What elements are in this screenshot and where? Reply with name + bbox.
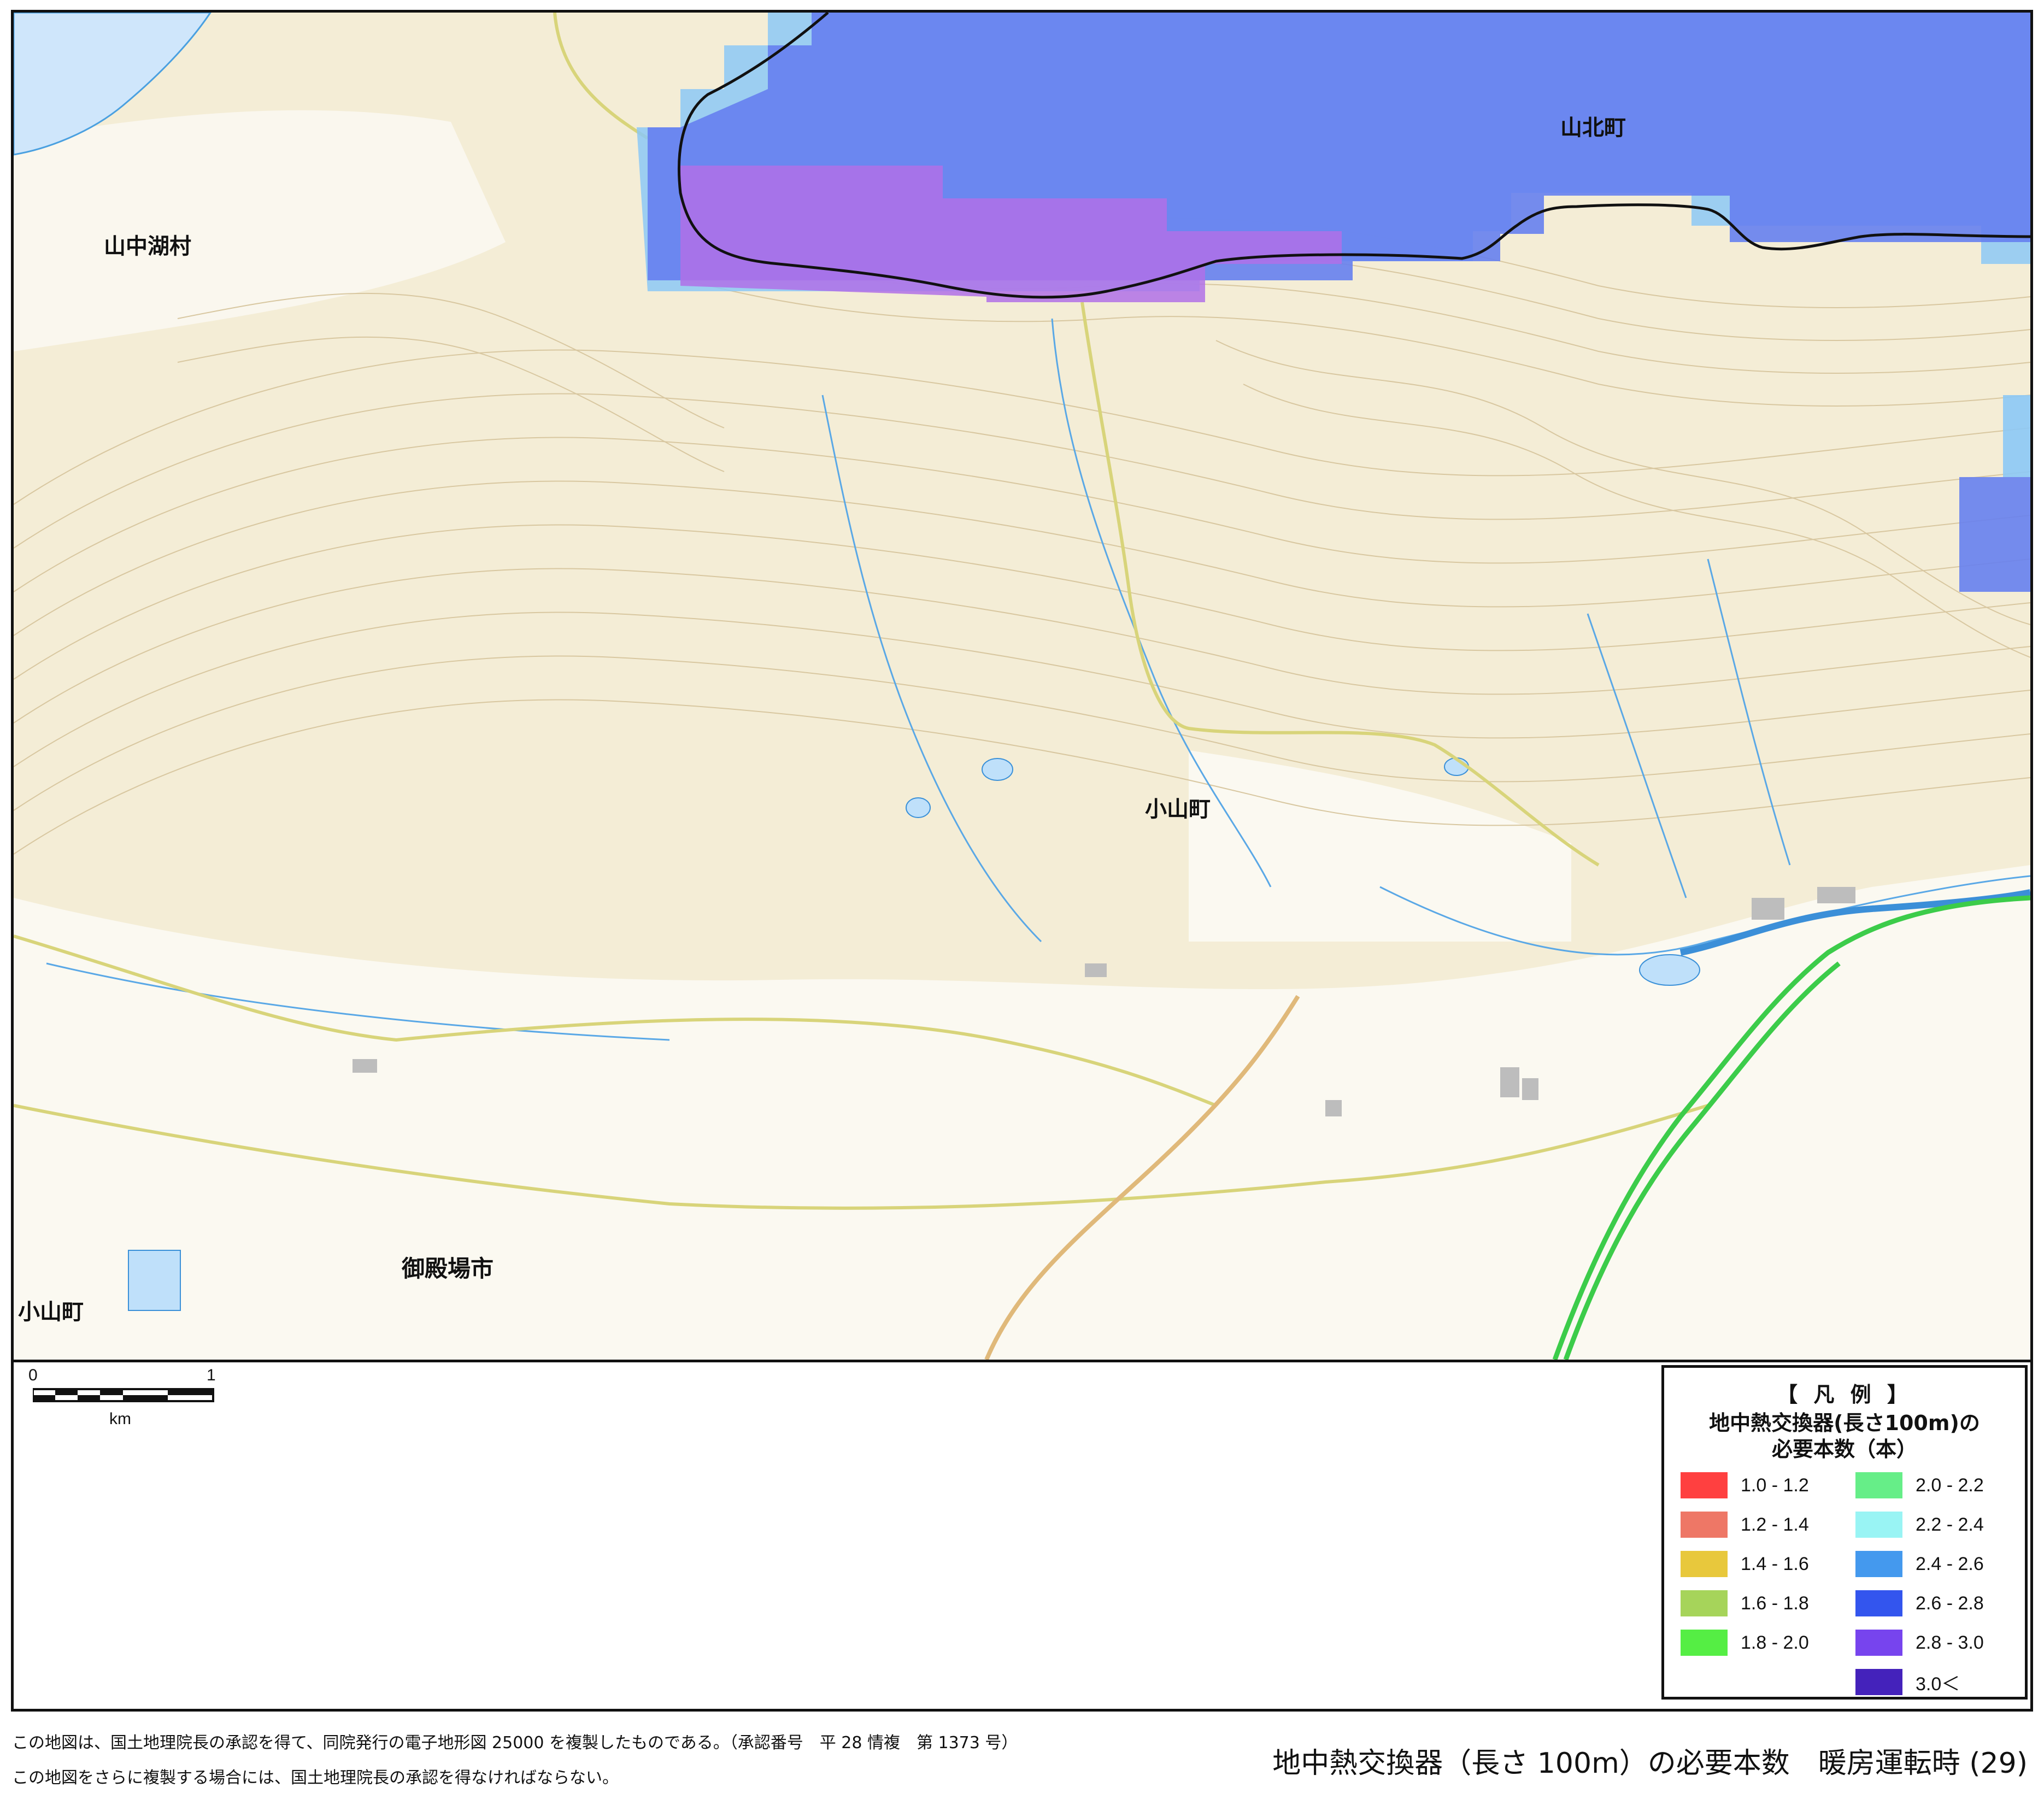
overlay-east-light [2003,395,2030,477]
legend-swatch [1681,1590,1728,1616]
legend-label: 2.6 - 2.8 [1916,1592,1984,1614]
map-title: 地中熱交換器（長さ 100m）の必要本数 暖房運転時 (29) [1272,1747,2028,1780]
place-oyama-center: 小山町 [1145,797,1211,822]
legend-item: 2.8 - 3.0 [1855,1629,1984,1656]
legend-subtitle-2: 必要本数（本） [1771,1437,1917,1461]
pond [1639,954,1700,986]
legend-item: 1.2 - 1.4 [1681,1511,1809,1538]
legend-label: 2.0 - 2.2 [1916,1474,1984,1496]
scale-end-label: 1 [207,1366,216,1384]
legend-swatch [1855,1590,1902,1616]
legend-swatch [1681,1630,1728,1656]
legend-subtitle-1: 地中熱交換器(長さ100m)の [1709,1411,1980,1435]
pond [906,797,931,818]
copyright-note-1: この地図は、国土地理院長の承認を得て、同院発行の電子地形図 25000 を複製し… [12,1733,1018,1753]
copyright-note-2: この地図をさらに複製する場合には、国土地理院長の承認を得なければならない。 [12,1768,619,1788]
legend-label: 1.6 - 1.8 [1741,1592,1809,1614]
place-gotemba: 御殿場市 [402,1255,494,1282]
legend-swatch [1855,1512,1902,1538]
legend-label: 2.2 - 2.4 [1916,1514,1984,1535]
place-yamakita: 山北町 [1560,115,1626,140]
legend-title: 【 凡 例 】 [1777,1383,1912,1407]
legend-label: 2.8 - 3.0 [1916,1632,1984,1653]
footer: この地図は、国土地理院長の承認を得て、同院発行の電子地形図 25000 を複製し… [0,1712,2044,1811]
legend-swatch [1681,1512,1728,1538]
legend-item: 3.0＜ [1855,1668,1960,1696]
legend: 【 凡 例 】 地中熱交換器(長さ100m)の 必要本数（本） 1.0 - 1.… [1661,1365,2028,1700]
legend-label: 1.8 - 2.0 [1741,1632,1809,1653]
legend-label: 1.0 - 1.2 [1741,1474,1809,1496]
legend-label: 1.2 - 1.4 [1741,1514,1809,1535]
legend-item: 1.0 - 1.2 [1681,1472,1809,1499]
legend-label: 1.4 - 1.6 [1741,1553,1809,1574]
legend-swatch [1855,1669,1902,1695]
legend-label: 3.0＜ [1916,1673,1960,1695]
dam-reservoir [128,1250,181,1311]
legend-swatch [1855,1551,1902,1577]
legend-label: 2.4 - 2.6 [1916,1553,1984,1574]
base-map [14,13,2030,1360]
legend-item: 1.8 - 2.0 [1681,1629,1809,1656]
legend-item: 2.6 - 2.8 [1855,1590,1984,1617]
legend-item: 2.0 - 2.2 [1855,1472,1984,1499]
legend-item: 1.4 - 1.6 [1681,1550,1809,1578]
overlay-east [1959,477,2030,592]
legend-swatch [1855,1630,1902,1656]
legend-item: 2.2 - 2.4 [1855,1511,1984,1538]
scale-unit-label: km [109,1410,131,1428]
map-area[interactable]: 山中湖村 山北町 小山町 御殿場市 小山町 [14,13,2030,1433]
scale-bar-graphic [33,1388,214,1402]
legend-item: 1.6 - 1.8 [1681,1590,1809,1617]
legend-swatch [1681,1472,1728,1498]
scale-bar: 0 1 km [28,1366,219,1437]
legend-swatch [1855,1472,1902,1498]
legend-swatch [1681,1551,1728,1577]
pond [982,758,1013,781]
scale-start-label: 0 [28,1366,38,1384]
place-oyama-sw: 小山町 [18,1300,84,1325]
place-yamanakako: 山中湖村 [104,234,191,259]
map-bottom-rule [14,1360,2030,1362]
legend-item: 2.4 - 2.6 [1855,1550,1984,1578]
